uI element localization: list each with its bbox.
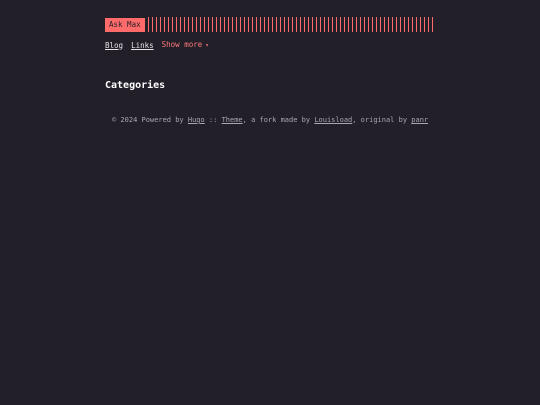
show-more-label: Show more <box>161 40 203 49</box>
footer-fork-text: , a fork made by <box>242 116 315 124</box>
site-logo-link[interactable]: Ask Max <box>105 17 145 32</box>
nav-item-links[interactable]: Links <box>131 41 154 51</box>
louisload-link[interactable]: Louisload <box>314 116 352 124</box>
panr-link[interactable]: panr <box>411 116 428 124</box>
theme-link[interactable]: Theme <box>222 116 243 124</box>
site-footer: © 2024 Powered by Hugo :: Theme, a fork … <box>112 116 428 125</box>
show-more-menu-button[interactable]: Show more ▾ <box>162 40 209 51</box>
footer-separator: :: <box>204 116 222 124</box>
main-nav: Blog Links Show more ▾ <box>105 40 209 51</box>
nav-item-blog[interactable]: Blog <box>105 41 123 51</box>
chevron-down-icon: ▾ <box>205 42 209 49</box>
footer-original-text: , original by <box>352 116 412 124</box>
logo-stripes-decoration <box>147 17 435 32</box>
site-header: Ask Max <box>105 17 435 32</box>
page: Ask Max Blog Links Show more ▾ Categories… <box>0 0 540 405</box>
page-title: Categories <box>105 80 166 91</box>
footer-copyright-text: © 2024 Powered by <box>112 116 188 124</box>
hugo-link[interactable]: Hugo <box>188 116 205 124</box>
